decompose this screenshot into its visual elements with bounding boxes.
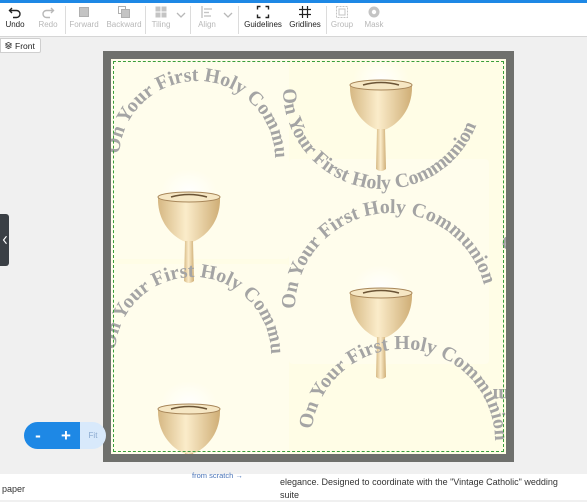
toolbar-divider [65, 6, 66, 34]
undo-label: Undo [5, 20, 25, 29]
tiling-icon [155, 6, 167, 18]
guidelines-icon [256, 5, 270, 19]
side-label: Front [15, 40, 35, 51]
backward-button[interactable]: Backward [106, 5, 142, 35]
arc-text: On Your First Holy Communion [295, 332, 506, 441]
start-from-scratch-link[interactable]: from scratch → [192, 471, 243, 480]
chalice-icon [349, 59, 413, 171]
undo-button[interactable]: Undo [2, 5, 28, 35]
arc-text-path: On Your First Holy Communion [111, 59, 292, 159]
send-backward-icon [118, 6, 130, 18]
guidelines-button[interactable]: Guidelines [244, 5, 282, 35]
tiled-design-area[interactable]: On Your First Holy Communion On Your Fir… [111, 59, 506, 454]
chevron-down-icon [176, 12, 186, 18]
forward-label: Forward [69, 20, 99, 29]
product-info-left-text: paper [2, 484, 26, 494]
layers-icon [5, 42, 12, 49]
chalice-icon [157, 381, 221, 454]
group-label: Group [330, 20, 354, 29]
align-button[interactable]: Align [194, 5, 220, 35]
design-canvas[interactable]: On Your First Holy Communion On Your Fir… [103, 51, 514, 462]
tiling-dropdown[interactable] [175, 11, 187, 41]
editor-toolbar: Undo Redo Forward Backward Tiling Align … [0, 3, 587, 37]
redo-icon [42, 7, 55, 19]
undo-icon [8, 7, 21, 19]
chevron-down-icon [223, 12, 233, 18]
align-icon [201, 6, 212, 18]
gridlines-label: Gridlines [289, 20, 321, 29]
collapse-panel-handle[interactable] [0, 214, 9, 266]
zoom-out-button[interactable]: - [24, 422, 52, 449]
group-button[interactable]: Group [330, 5, 354, 35]
guidelines-label: Guidelines [244, 20, 282, 29]
toolbar-divider [190, 6, 191, 34]
zoom-fit-button[interactable]: Fit [80, 422, 106, 449]
align-label: Align [198, 20, 216, 29]
tiling-button[interactable]: Tiling [148, 5, 174, 35]
toolbar-divider [326, 6, 327, 34]
gridlines-icon [299, 6, 311, 18]
align-dropdown[interactable] [222, 11, 234, 41]
toolbar-divider [145, 6, 146, 34]
toolbar-divider [238, 6, 239, 34]
redo-label: Redo [38, 20, 58, 29]
product-description: elegance. Designed to coordinate with th… [280, 477, 558, 500]
forward-button[interactable]: Forward [68, 5, 100, 35]
side-selector-front[interactable]: Front [0, 38, 41, 53]
redo-button[interactable]: Redo [35, 5, 61, 35]
tiling-label: Tiling [151, 20, 171, 29]
product-info-strip: paper from scratch → elegance. Designed … [0, 471, 587, 500]
bring-forward-icon [79, 7, 89, 17]
arc-text-path: On Your First Holy Communion [295, 332, 506, 441]
mask-label: Mask [364, 20, 384, 29]
group-icon [336, 6, 348, 18]
communion-pattern: On Your First Holy Communion On Your Fir… [111, 59, 506, 454]
zoom-in-button[interactable]: + [52, 422, 80, 449]
arc-text: On Your First Holy Communion [111, 59, 292, 159]
backward-label: Backward [106, 20, 142, 29]
gridlines-button[interactable]: Gridlines [288, 5, 322, 35]
zoom-control: - + Fit [24, 422, 106, 449]
mask-button[interactable]: Mask [362, 5, 386, 35]
mask-icon [368, 6, 380, 18]
chevron-left-icon [2, 235, 7, 245]
